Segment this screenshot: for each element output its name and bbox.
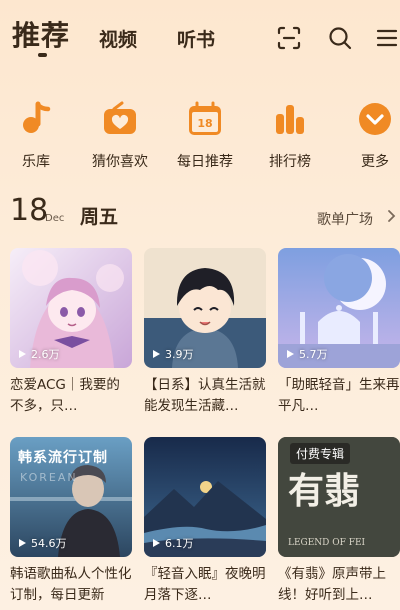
playlist-title[interactable]: 『轻音入眠』夜晚明月落下逐… [144,564,266,608]
playlist-card[interactable]: 6.1万 『轻音入眠』夜晚明月落下逐… [144,437,266,608]
date-weekday: 周五 [80,206,119,228]
play-count-value: 54.6万 [31,537,67,550]
chevron-right-icon[interactable] [386,209,396,223]
tab-recommend[interactable]: 推荐 [12,14,70,54]
playlist-card[interactable]: 2.6万 恋爱ACG｜我要的不多，只… [10,248,132,419]
music-note-icon [23,101,51,133]
playlist-square-link[interactable]: 歌单广场 [317,209,373,229]
calendar-icon: 18 [189,101,221,135]
playlist-title[interactable]: 《有翡》原声带上线！好听到上… [278,564,400,608]
playlist-title[interactable]: 恋爱ACG｜我要的不多，只… [10,375,132,419]
cover-art-subtitle: LEGEND OF FEI [288,538,366,548]
quick-action-more[interactable]: 更多 [339,100,400,171]
paid-album-badge: 付费专辑 [290,443,351,464]
quick-action-guess-you-like[interactable]: 猜你喜欢 [84,100,156,171]
quick-action-label: 猜你喜欢 [92,154,148,170]
playlist-card[interactable]: 3.9万 【日系】认真生活就能发现生活藏… [144,248,266,419]
search-icon[interactable] [327,25,353,51]
playlist-title[interactable]: 韩语歌曲私人个性化订制，每日更新 [10,564,132,608]
playlist-card[interactable]: 有翡 LEGEND OF FEI 付费专辑 《有翡》原声带上线！好听到上… [278,437,400,608]
play-icon [19,350,26,358]
play-icon [287,350,294,358]
play-icon [153,539,160,547]
quick-action-daily-recommend[interactable]: 18 每日推荐 [169,100,241,171]
play-count: 2.6万 [18,346,60,362]
tab-video[interactable]: 视频 [99,25,137,52]
calendar-badge: 18 [197,117,212,130]
scan-icon[interactable] [276,25,302,51]
tab-audiobook[interactable]: 听书 [177,25,215,52]
playlist-title[interactable]: 【日系】认真生活就能发现生活藏… [144,375,266,419]
quick-action-ranking[interactable]: 排行榜 [254,100,326,171]
cover-subtitle-text: KOREAN [20,471,78,484]
play-icon [153,350,160,358]
active-tab-indicator [38,53,47,57]
menu-icon[interactable] [375,25,399,51]
playlist-cover[interactable]: 韩系流行订制 KOREAN 54.6万 [10,437,132,557]
top-nav: 推荐 视频 听书 [0,0,400,72]
date-month: Dec [45,213,65,224]
play-count-value: 5.7万 [299,348,328,361]
playlist-cover[interactable]: 2.6万 [10,248,132,368]
playlist-cover[interactable]: 3.9万 [144,248,266,368]
play-count: 5.7万 [286,346,328,362]
play-count-value: 3.9万 [165,348,194,361]
play-count: 6.1万 [152,535,194,551]
playlist-cover[interactable]: 6.1万 [144,437,266,557]
quick-action-label: 更多 [361,154,389,170]
cover-title-text: 韩系流行订制 [18,450,108,466]
play-count: 3.9万 [152,346,194,362]
quick-action-label: 排行榜 [269,154,311,170]
play-count: 54.6万 [18,535,67,551]
cover-art-text: 有翡 [288,470,360,512]
playlist-title[interactable]: 「助眠轻音」生来再平凡… [278,375,400,419]
playlist-cover[interactable]: 5.7万 [278,248,400,368]
radio-heart-icon [104,101,136,134]
playlist-card[interactable]: 韩系流行订制 KOREAN 54.6万 韩语歌曲私人个性化订制，每日更新 [10,437,132,608]
quick-actions: 乐库 猜你喜欢 18 每日推荐 排行榜 更多 [0,100,400,175]
quick-action-label: 每日推荐 [177,154,233,170]
playlist-card[interactable]: 5.7万 「助眠轻音」生来再平凡… [278,248,400,419]
quick-action-label: 乐库 [22,154,50,170]
playlist-cover[interactable]: 有翡 LEGEND OF FEI 付费专辑 [278,437,400,557]
play-count-value: 2.6万 [31,348,60,361]
chevron-down-icon [359,103,391,135]
ranking-bars-icon [276,105,304,134]
play-icon [19,539,26,547]
date-header: 18 Dec 周五 歌单广场 [0,193,400,233]
date-day: 18 [10,193,49,228]
quick-action-library[interactable]: 乐库 [0,100,72,171]
play-count-value: 6.1万 [165,537,194,550]
